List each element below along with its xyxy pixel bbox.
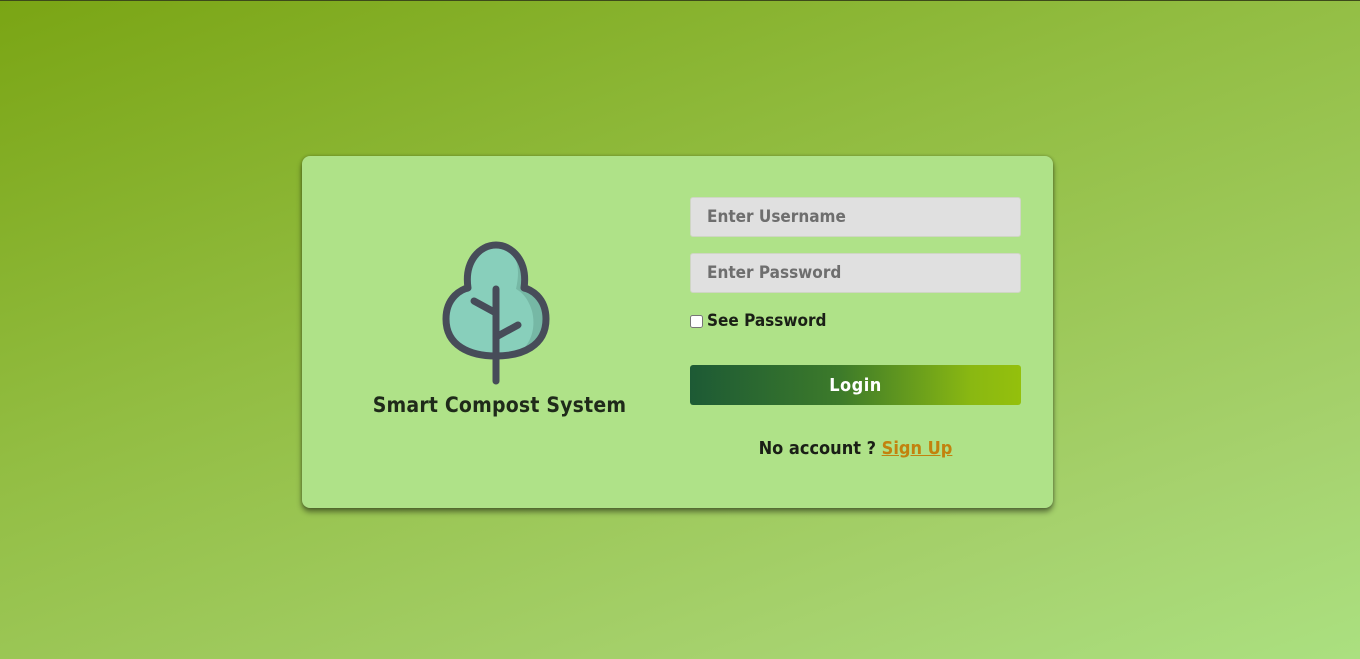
brand-panel: Smart Compost System (302, 156, 697, 508)
see-password-toggle[interactable]: See Password (690, 311, 827, 331)
see-password-label: See Password (707, 311, 827, 331)
login-button[interactable]: Login (690, 365, 1021, 405)
tree-icon (442, 241, 550, 385)
password-input[interactable] (690, 253, 1021, 293)
see-password-checkbox[interactable] (690, 314, 703, 328)
brand-title: Smart Compost System (372, 393, 627, 417)
no-account-text: No account ? (758, 438, 877, 459)
login-card: Smart Compost System See Password Login … (302, 156, 1053, 508)
signup-link[interactable]: Sign Up (882, 438, 953, 459)
username-input[interactable] (690, 197, 1021, 237)
signup-prompt: No account ? Sign Up (690, 438, 1021, 459)
